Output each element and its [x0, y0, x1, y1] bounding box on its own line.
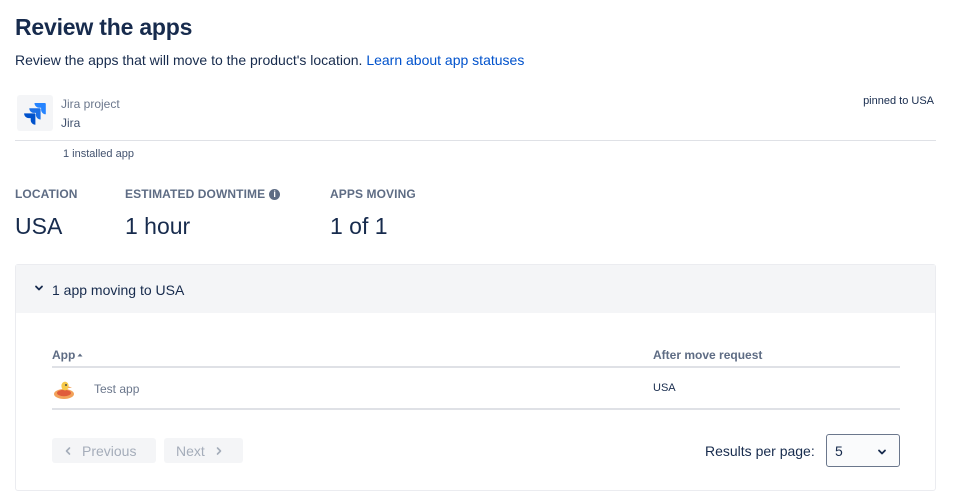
results-per-page-value: 5: [835, 443, 843, 459]
location-label: LOCATION: [15, 187, 78, 201]
app-after-move-value: USA: [653, 382, 676, 394]
stat-apps-moving: APPS MOVING 1 of 1: [330, 187, 416, 240]
previous-label: Previous: [82, 442, 137, 459]
next-button[interactable]: Next: [164, 438, 243, 463]
apps-moving-panel: 1 app moving to USA App After move reque…: [15, 264, 936, 491]
downtime-label: ESTIMATED DOWNTIME: [125, 187, 266, 201]
apps-moving-label: APPS MOVING: [330, 187, 416, 201]
product-name: Jira: [61, 116, 81, 130]
apps-moving-value: 1 of 1: [330, 213, 388, 239]
product-row: Jira project Jira pinned to USA: [15, 93, 936, 141]
downtime-label-row: ESTIMATED DOWNTIME i: [125, 187, 281, 201]
installed-apps-count: 1 installed app: [63, 148, 134, 160]
learn-app-statuses-link[interactable]: Learn about app statuses: [366, 52, 524, 68]
pinned-location: pinned to USA: [863, 95, 934, 107]
location-value: USA: [15, 213, 63, 239]
test-app-icon: [54, 381, 74, 399]
table-row-divider: [52, 408, 900, 410]
description-text: Review the apps that will move to the pr…: [15, 52, 363, 68]
chevron-left-icon: [65, 446, 71, 455]
panel-header[interactable]: 1 app moving to USA: [16, 265, 935, 313]
page-title: Review the apps: [15, 14, 193, 40]
app-name[interactable]: Test app: [94, 382, 139, 396]
chevron-right-icon: [216, 446, 222, 455]
page-description: Review the apps that will move to the pr…: [15, 52, 524, 68]
column-header-app[interactable]: App: [52, 348, 83, 362]
sort-ascending-icon: [77, 353, 83, 357]
table-header-divider: [52, 366, 900, 368]
panel-title: 1 app moving to USA: [52, 282, 185, 298]
chevron-down-icon: [878, 449, 886, 455]
downtime-value: 1 hour: [125, 213, 191, 239]
chevron-down-icon: [35, 285, 43, 291]
jira-logo-icon: [17, 95, 53, 131]
product-type: Jira project: [61, 97, 120, 111]
info-icon[interactable]: i: [269, 188, 281, 200]
next-label: Next: [176, 442, 205, 459]
column-header-app-label: App: [52, 348, 76, 362]
previous-button[interactable]: Previous: [52, 438, 156, 463]
results-per-page-select[interactable]: 5: [826, 434, 900, 467]
column-header-after-move[interactable]: After move request: [653, 348, 762, 362]
results-per-page-label: Results per page:: [705, 443, 815, 459]
stat-location: LOCATION USA: [15, 187, 78, 240]
stat-downtime: ESTIMATED DOWNTIME i 1 hour: [125, 187, 281, 240]
